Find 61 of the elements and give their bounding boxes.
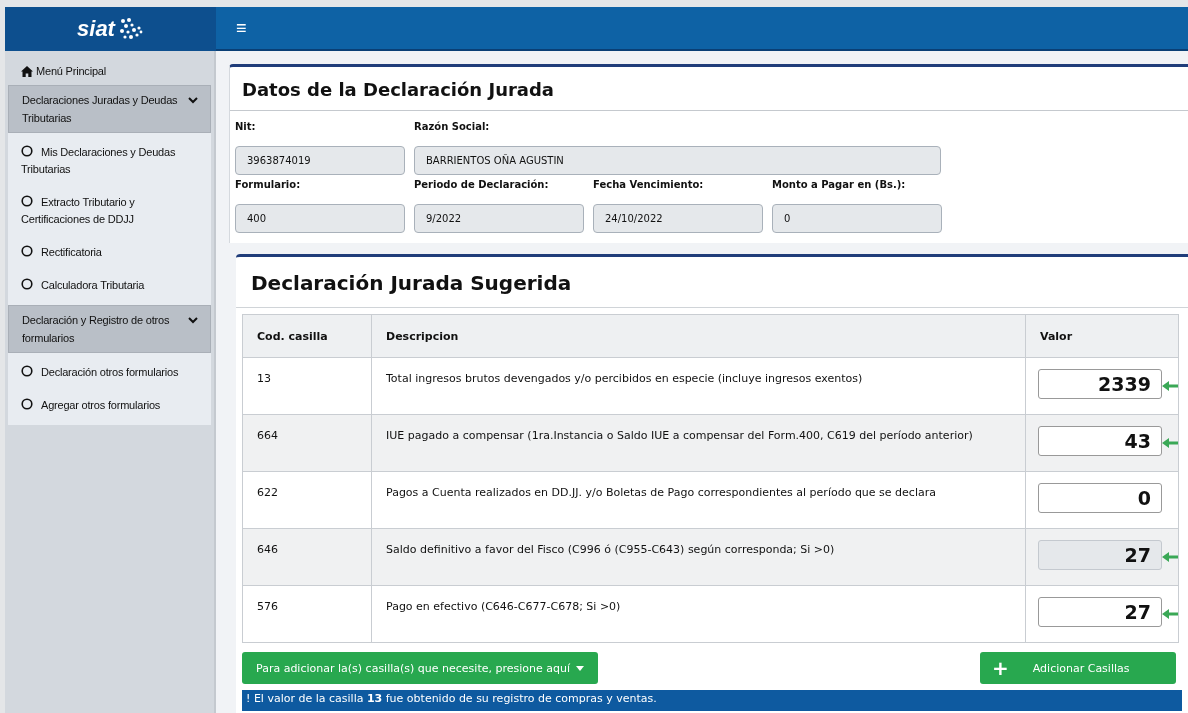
table-cell: IUE pagado a compensar (1ra.Instancia o Saldo IUE a compensar del Form.400, C619 del período anterior) (371, 414, 1026, 472)
readonly-field[interactable]: 24/10/2022 (593, 204, 763, 233)
column-header: Cod. casilla (242, 314, 372, 358)
readonly-field[interactable]: 400 (235, 204, 405, 233)
chevron-icon (188, 316, 198, 324)
menu-group-label: Declaración y Registro de otros formularios (22, 313, 171, 346)
menu-group-header[interactable]: Declaraciones Juradas y Deudas Tributarias (8, 85, 211, 133)
table-cell: Saldo definitivo a favor del Fisco (C996 ó (C955-C643) según corresponda; Si >0) (371, 528, 1026, 586)
value-field[interactable]: 2339 (1038, 369, 1162, 399)
value-field[interactable]: 43 (1038, 426, 1162, 456)
notice-text: ! El valor de la casilla 13 fue obtenido de su registro de compras y ventas. (246, 692, 657, 705)
home-icon (21, 65, 33, 77)
readonly-field[interactable]: 0 (772, 204, 942, 233)
readonly-field[interactable]: 9/2022 (414, 204, 584, 233)
table-cell: 646 (242, 528, 372, 586)
arrow-icon (1162, 608, 1178, 620)
submenu-item[interactable]: Calculadora Tributaria (8, 268, 211, 301)
arrow-icon (1162, 551, 1178, 563)
submenu-item[interactable]: Rectificatoria (8, 235, 211, 268)
table-cell: 664 (242, 414, 372, 472)
field-label: Periodo de Declaración: (414, 178, 550, 192)
menu-group-header[interactable]: Declaración y Registro de otros formularios (8, 305, 211, 353)
table-cell: 13 (242, 357, 372, 415)
field-label: Formulario: (235, 178, 302, 192)
submenu-item[interactable]: Mis Declaraciones y Deudas Tributarias (8, 135, 211, 185)
logo-text: siat (77, 16, 115, 42)
circle-icon (21, 398, 33, 410)
readonly-field[interactable]: BARRIENTOS OÑA AGUSTIN (414, 146, 941, 175)
table-cell: Pagos a Cuenta realizados en DD.JJ. y/o Boletas de Pago correspondientes al período que se declara (371, 471, 1026, 529)
circle-icon (21, 278, 33, 290)
arrow-icon (1162, 380, 1178, 392)
home-label: Menú Principal (36, 65, 106, 77)
arrow-icon (1162, 437, 1178, 449)
card-title: Declaración Jurada Sugerida (236, 257, 1188, 308)
submenu-item[interactable]: Agregar otros formularios (8, 388, 211, 421)
table-cell: 576 (242, 585, 372, 643)
circle-icon (21, 195, 33, 207)
submenu-item[interactable]: Declaración otros formularios (8, 355, 211, 388)
field-label: Nit: (235, 120, 257, 134)
field-label: Fecha Vencimiento: (593, 178, 705, 192)
table-cell: Pago en efectivo (C646-C677-C678; Si >0) (371, 585, 1026, 643)
menu-button[interactable]: ≡ (232, 17, 251, 39)
column-header: Valor (1025, 314, 1179, 358)
table-cell: Total ingresos brutos devengados y/o percibidos en especie (incluye ingresos exentos) (371, 357, 1026, 415)
submenu-item[interactable]: Extracto Tributario y Certificaciones de DDJJ (8, 185, 211, 235)
home-link[interactable]: Menú Principal (8, 55, 211, 85)
readonly-field[interactable]: 3963874019 (235, 146, 405, 175)
circle-icon (21, 365, 33, 377)
circle-icon (21, 145, 33, 157)
field-label: Razón Social: (414, 120, 491, 134)
menu-group-label: Declaraciones Juradas y Deudas Tributarias (22, 93, 179, 126)
column-header: Descripcion (371, 314, 1026, 358)
circle-icon (21, 245, 33, 257)
logo-icon (117, 17, 144, 41)
table-cell: 622 (242, 471, 372, 529)
caret-icon (576, 665, 584, 671)
value-field[interactable]: 27 (1038, 597, 1162, 627)
field-label: Monto a Pagar en (Bs.): (772, 178, 907, 192)
value-field[interactable]: 0 (1038, 483, 1162, 513)
chevron-icon (188, 96, 198, 104)
card-title: Datos de la Declaración Jurada (230, 67, 1188, 111)
